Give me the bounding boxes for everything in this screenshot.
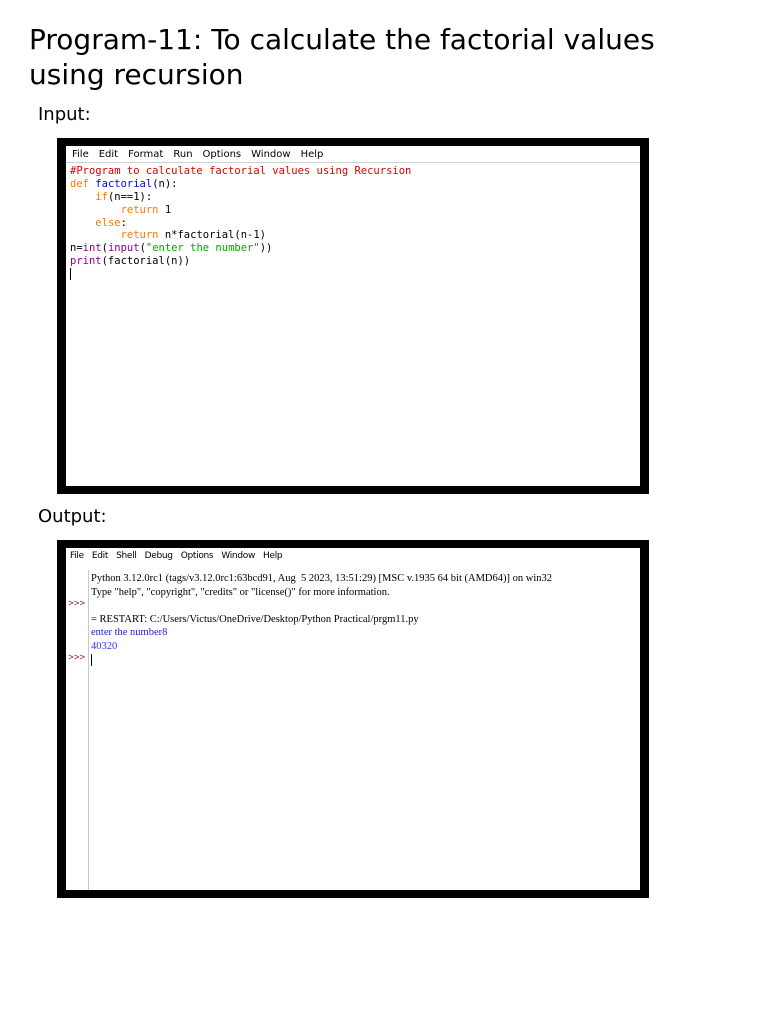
- shell-prompt: >>>: [68, 598, 86, 609]
- code-line-7: n=int(input("enter the number")): [70, 242, 640, 255]
- code-line-2: def factorial(n):: [70, 178, 640, 191]
- code-text: (n):: [152, 177, 178, 190]
- editor-window: File Edit Format Run Options Window Help…: [66, 146, 640, 486]
- editor-menu-help[interactable]: Help: [301, 149, 324, 160]
- shell-blank-line: [91, 599, 640, 613]
- code-keyword-return: return: [120, 229, 159, 242]
- code-keyword-return: return: [120, 203, 159, 216]
- code-text: (factorial(n)): [101, 255, 191, 268]
- shell-cursor-line: [91, 653, 640, 667]
- shell-menubar: File Edit Shell Debug Options Window Hel…: [66, 548, 640, 563]
- code-keyword-def: def: [70, 177, 89, 190]
- shell-prompt: >>>: [68, 652, 86, 663]
- shell-window: File Edit Shell Debug Options Window Hel…: [66, 548, 640, 890]
- page-title: Program-11: To calculate the factorial v…: [29, 23, 655, 91]
- code-line-3: if(n==1):: [70, 191, 640, 204]
- shell-menu-debug[interactable]: Debug: [145, 551, 173, 561]
- code-text: n*factorial(n-1): [158, 229, 266, 242]
- output-label: Output:: [38, 506, 107, 527]
- shell-menu-options[interactable]: Options: [181, 551, 214, 561]
- shell-menu-edit[interactable]: Edit: [92, 551, 109, 561]
- code-line-5: else:: [70, 217, 640, 230]
- code-text: :: [120, 216, 127, 229]
- code-line-1: #Program to calculate factorial values u…: [70, 165, 640, 178]
- shell-input-prompt-line: enter the number8: [91, 627, 168, 638]
- shell-menu-help[interactable]: Help: [263, 551, 283, 561]
- shell-menu-window[interactable]: Window: [221, 551, 255, 561]
- code-line-8: print(factorial(n)): [70, 255, 640, 268]
- code-line-6: return n*factorial(n-1): [70, 229, 640, 242]
- code-builtin-input: input: [107, 242, 140, 255]
- editor-screenshot: File Edit Format Run Options Window Help…: [57, 138, 649, 494]
- shell-menu-shell[interactable]: Shell: [116, 551, 137, 561]
- code-number: 1: [164, 203, 172, 216]
- code-function-name: factorial: [95, 177, 153, 190]
- code-text: )): [259, 242, 273, 255]
- shell-prompt-gutter: >>> >>>: [66, 570, 89, 890]
- editor-code-area[interactable]: #Program to calculate factorial values u…: [70, 165, 640, 486]
- code-text: n=: [70, 242, 83, 255]
- editor-menu-edit[interactable]: Edit: [99, 149, 118, 160]
- code-comment: #Program to calculate factorial values u…: [70, 165, 412, 177]
- shell-output-area[interactable]: Python 3.12.0rc1 (tags/v3.12.0rc1:63bcd9…: [91, 572, 640, 667]
- text-cursor: [91, 653, 92, 666]
- shell-restart-line: = RESTART: C:/Users/Victus/OneDrive/Desk…: [91, 613, 419, 625]
- editor-menu-run[interactable]: Run: [173, 149, 192, 160]
- shell-banner-line: Type "help", "copyright", "credits" or "…: [91, 586, 390, 598]
- code-line-4: return 1: [70, 204, 640, 217]
- code-text: (n==1):: [107, 190, 153, 203]
- editor-menu-window[interactable]: Window: [251, 149, 290, 160]
- code-builtin-print: print: [70, 255, 102, 268]
- code-string: "enter the number": [145, 242, 260, 255]
- editor-menubar: File Edit Format Run Options Window Help: [66, 146, 640, 163]
- input-label: Input:: [38, 104, 91, 125]
- editor-menu-format[interactable]: Format: [128, 149, 163, 160]
- shell-menu-file[interactable]: File: [70, 551, 84, 561]
- code-builtin-int: int: [82, 242, 102, 255]
- shell-banner-line: Python 3.12.0rc1 (tags/v3.12.0rc1:63bcd9…: [91, 573, 553, 584]
- code-keyword-if: if: [95, 190, 108, 203]
- text-cursor: [70, 268, 71, 281]
- code-keyword-else: else: [95, 216, 121, 229]
- shell-screenshot: File Edit Shell Debug Options Window Hel…: [57, 540, 649, 898]
- editor-menu-file[interactable]: File: [72, 149, 89, 160]
- editor-menu-options[interactable]: Options: [203, 149, 242, 160]
- code-line-9: [70, 268, 640, 281]
- shell-result-line: 40320: [91, 640, 118, 652]
